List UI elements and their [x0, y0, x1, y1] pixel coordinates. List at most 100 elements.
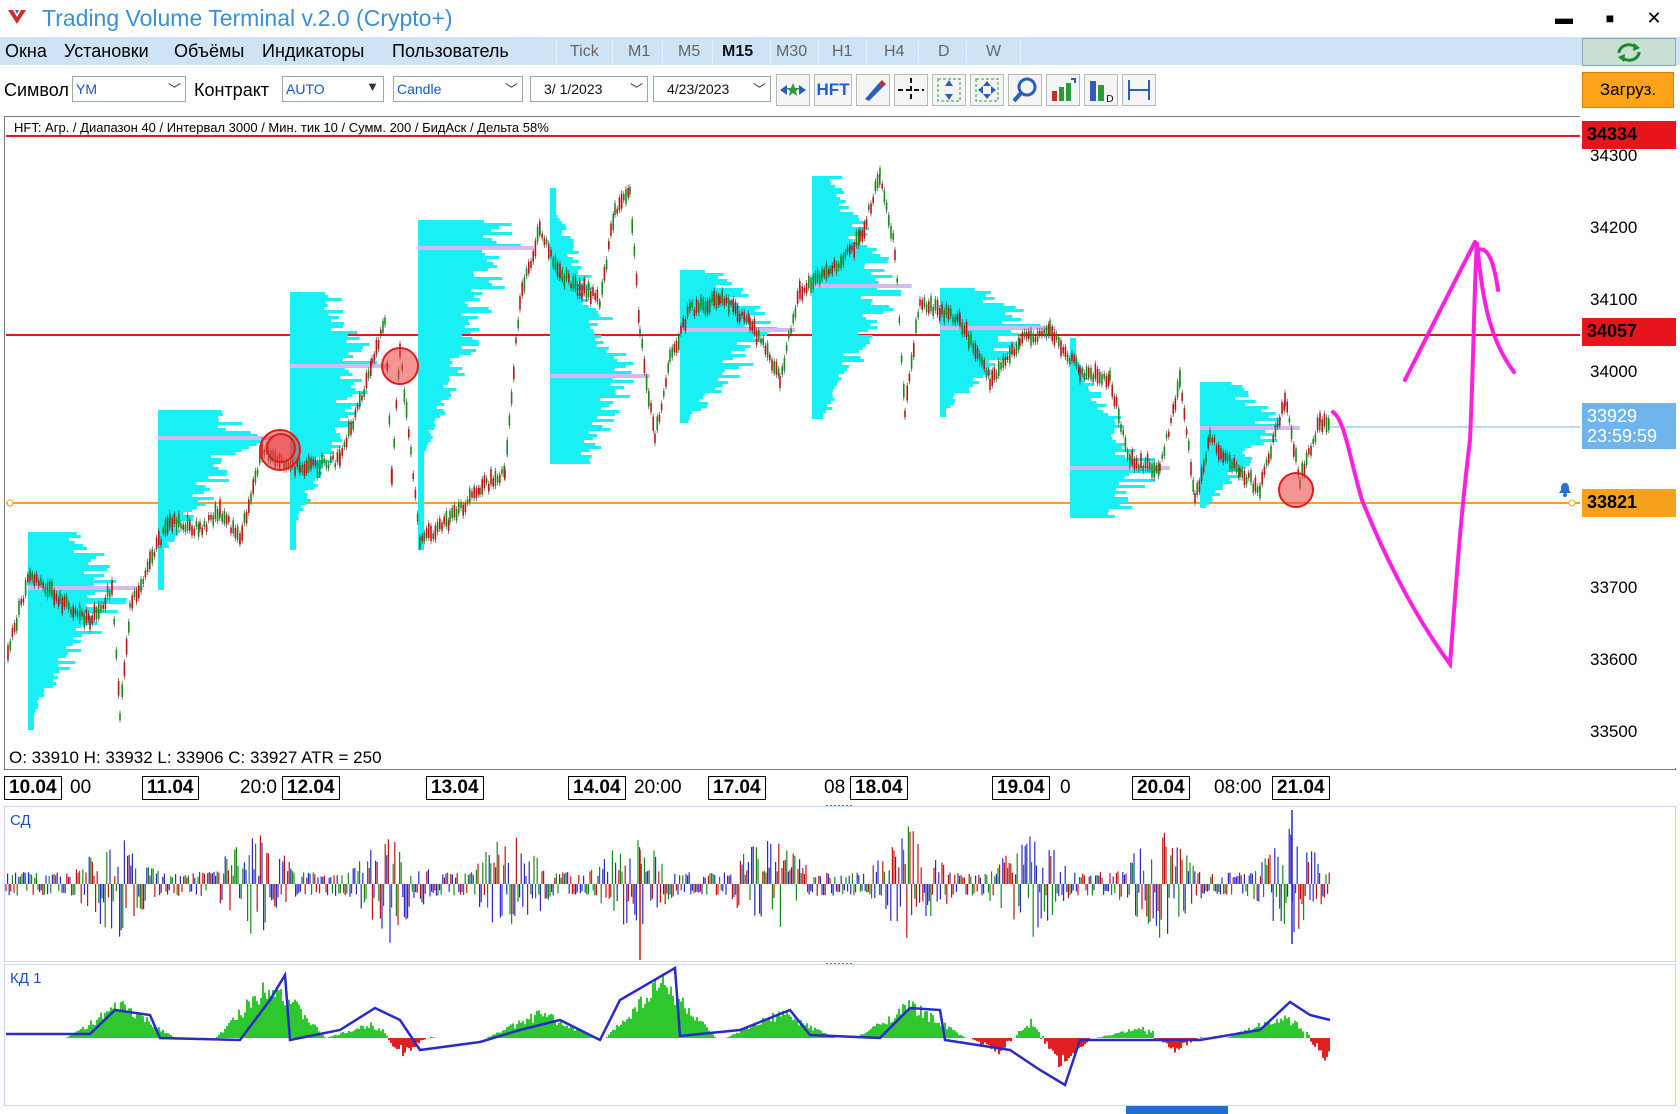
chart-settings-info: HFT: Агр. / Диапазон 40 / Интервал 3000 …	[14, 120, 549, 135]
date-label: 14.04	[568, 776, 626, 800]
timeframe-h4[interactable]: H4	[884, 43, 904, 61]
time-label: 08	[824, 777, 846, 798]
time-label: 00	[70, 777, 92, 798]
date-label: 18.04	[850, 776, 908, 800]
crosshair-icon	[898, 78, 924, 102]
date-label: 17.04	[708, 776, 766, 800]
timeframe-m5[interactable]: M5	[678, 43, 700, 61]
time-label: 20:00	[634, 777, 682, 798]
kd-indicator-label: КД 1	[10, 970, 42, 987]
cd-indicator-label: СД	[10, 812, 31, 829]
range-button[interactable]	[1122, 74, 1156, 106]
sync-button[interactable]	[1582, 38, 1676, 66]
vertical-zoom-button[interactable]	[932, 74, 966, 106]
price-tick: 34000	[1590, 362, 1638, 381]
date-label: 12.04	[282, 776, 340, 800]
contract-label: Контракт	[194, 80, 270, 100]
cd-indicator-panel[interactable]	[4, 806, 1676, 962]
sync-arrows-icon	[1617, 43, 1641, 62]
price-badge-low: 33821	[1582, 489, 1676, 517]
current-price: 33929	[1587, 406, 1638, 426]
contract-select[interactable]: AUTO ▼	[282, 76, 384, 102]
date-to-picker[interactable]: 4/23/2023 ﹀	[653, 76, 771, 102]
price-axis[interactable]: 34300 34200 34100 34000 33700 33600 3350…	[1580, 116, 1676, 768]
price-tick: 33500	[1590, 722, 1638, 741]
date-label: 13.04	[426, 776, 484, 800]
price-tick: 34200	[1590, 218, 1638, 237]
app-logo-icon	[8, 10, 26, 24]
chevron-down-icon: ﹀	[167, 82, 181, 97]
date-label: 11.04	[142, 776, 199, 800]
chevron-down-icon: ﹀	[629, 82, 643, 97]
bell-icon[interactable]	[1556, 480, 1574, 498]
load-button[interactable]: Загруз.	[1582, 72, 1674, 108]
kd-indicator-panel[interactable]	[4, 964, 1676, 1106]
date-from-value: 3/ 1/2023	[544, 81, 603, 97]
date-from-picker[interactable]: 3/ 1/2023 ﹀	[530, 76, 648, 102]
symbol-select[interactable]: YM ﹀	[72, 76, 186, 102]
delta-button[interactable]: D	[1084, 74, 1118, 106]
delta-bars-icon: D	[1090, 81, 1114, 105]
price-tick: 34300	[1590, 146, 1638, 165]
hft-button[interactable]: HFT	[814, 74, 852, 106]
chart-type-select[interactable]: Candle ﹀	[393, 76, 523, 102]
date-label: 19.04	[992, 776, 1050, 800]
vertical-arrows-icon	[937, 78, 961, 102]
move-icon	[975, 78, 999, 102]
histogram-button[interactable]	[1046, 74, 1080, 106]
time-label: 0	[1060, 777, 1071, 798]
toolbar: Символ YM ﹀ Контракт AUTO ▼ Candle ﹀ 3/ 1/2…	[0, 66, 1680, 114]
timeframe-m30[interactable]: M30	[776, 43, 807, 61]
chevron-down-icon: ﹀	[752, 82, 766, 97]
fit-view-button[interactable]	[970, 74, 1004, 106]
menu-settings[interactable]: Установки	[64, 41, 149, 62]
chevron-down-icon: ▼	[366, 79, 379, 94]
zoom-button[interactable]	[1008, 74, 1042, 106]
time-label: 20:0	[240, 777, 277, 798]
timeframe-m15[interactable]: M15	[722, 43, 753, 61]
symbol-value: YM	[76, 81, 97, 97]
minimize-button[interactable]: ▬	[1544, 4, 1584, 32]
timeframe-h1[interactable]: H1	[832, 43, 852, 61]
price-tick: 33600	[1590, 650, 1638, 669]
price-tick: 33700	[1590, 578, 1638, 597]
timeframe-d[interactable]: D	[938, 43, 950, 61]
timeframe-tick[interactable]: Tick	[570, 43, 599, 61]
maximize-button[interactable]: ■	[1590, 4, 1630, 32]
range-icon	[1128, 80, 1150, 100]
date-label: 21.04	[1272, 776, 1330, 800]
bars-icon	[1052, 78, 1076, 101]
favorite-tool-button[interactable]	[776, 74, 810, 106]
menu-windows[interactable]: Окна	[5, 41, 47, 62]
date-label: 10.04	[4, 776, 62, 800]
menu-bar: Окна Установки Объёмы Индикаторы Пользов…	[0, 37, 1680, 65]
chevron-down-icon: ﹀	[504, 82, 518, 97]
time-axis[interactable]: 10.04 00 11.04 20:0 12.04 13.04 14.04 20…	[4, 772, 1674, 804]
close-button[interactable]: ✕	[1634, 4, 1674, 32]
price-tick: 34100	[1590, 290, 1638, 309]
date-label: 20.04	[1132, 776, 1190, 800]
pencil-icon	[865, 80, 886, 101]
symbol-label: Символ	[4, 80, 69, 100]
bar-countdown: 23:59:59	[1587, 426, 1658, 446]
menu-indicators[interactable]: Индикаторы	[262, 41, 364, 62]
ohlc-readout: O: 33910 H: 33932 L: 33906 C: 33927 ATR …	[9, 748, 382, 767]
magnifier-icon	[1012, 77, 1037, 103]
date-to-value: 4/23/2023	[667, 81, 730, 97]
app-title: Trading Volume Terminal v.2.0 (Crypto+)	[42, 5, 453, 31]
horizontal-scrollbar[interactable]	[1126, 1106, 1228, 1114]
timeframe-m1[interactable]: M1	[628, 43, 650, 61]
current-price-badge: 33929 23:59:59	[1582, 403, 1676, 449]
crosshair-button[interactable]	[894, 74, 928, 106]
menu-user[interactable]: Пользователь	[392, 41, 509, 62]
contract-value: AUTO	[286, 81, 325, 97]
title-bar: Trading Volume Terminal v.2.0 (Crypto+) …	[0, 0, 1680, 36]
time-label: 08:00	[1214, 777, 1262, 798]
draw-tool-button[interactable]	[856, 74, 890, 106]
chart-type-value: Candle	[397, 81, 442, 97]
price-badge-mid: 34057	[1582, 318, 1676, 346]
timeframe-w[interactable]: W	[986, 43, 1001, 61]
menu-volumes[interactable]: Объёмы	[174, 41, 244, 62]
main-chart-panel[interactable]	[4, 116, 1676, 770]
arrows-star-icon	[780, 83, 806, 96]
